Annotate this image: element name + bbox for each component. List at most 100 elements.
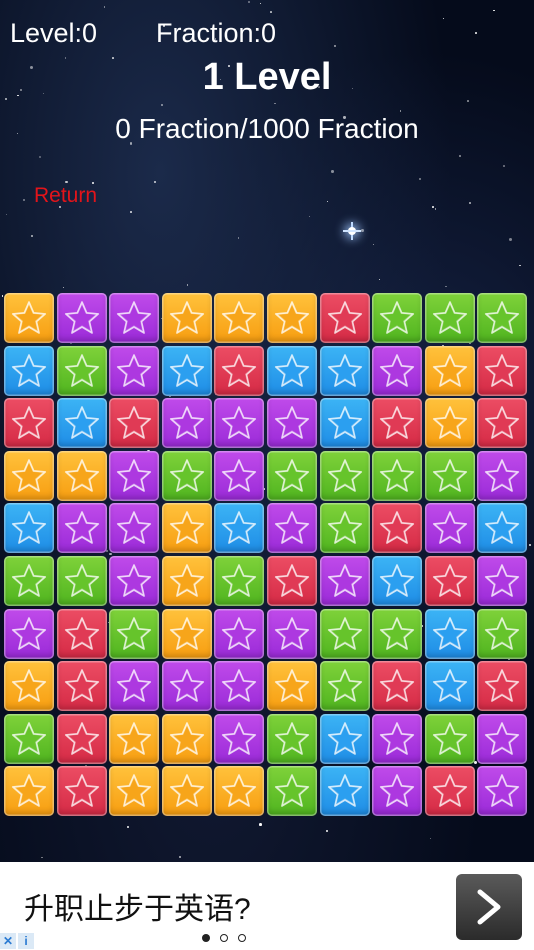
star-tile-red[interactable] [424, 555, 475, 606]
star-tile-red[interactable] [214, 345, 265, 396]
star-tile-orange[interactable] [161, 555, 212, 606]
star-tile-red[interactable] [4, 398, 54, 449]
star-tile-purple[interactable] [214, 450, 265, 501]
star-tile-purple[interactable] [161, 398, 212, 449]
star-tile-blue[interactable] [319, 345, 370, 396]
star-tile-purple[interactable] [214, 398, 265, 449]
star-tile-green[interactable] [319, 608, 370, 659]
star-tile-purple[interactable] [4, 608, 54, 659]
ad-next-button[interactable] [456, 874, 522, 940]
star-tile-red[interactable] [56, 608, 107, 659]
star-tile-green[interactable] [266, 766, 317, 817]
star-tile-red[interactable] [424, 766, 475, 817]
star-tile-purple[interactable] [214, 608, 265, 659]
star-tile-green[interactable] [372, 608, 423, 659]
ad-banner[interactable]: 升职止步于英语? [0, 862, 534, 950]
star-tile-purple[interactable] [477, 450, 528, 501]
star-tile-purple[interactable] [109, 345, 160, 396]
star-tile-purple[interactable] [372, 766, 423, 817]
star-tile-orange[interactable] [161, 713, 212, 764]
star-tile-red[interactable] [477, 398, 528, 449]
star-tile-green[interactable] [424, 450, 475, 501]
star-tile-red[interactable] [372, 661, 423, 712]
star-tile-purple[interactable] [109, 555, 160, 606]
star-tile-green[interactable] [4, 555, 54, 606]
star-tile-green[interactable] [161, 450, 212, 501]
close-icon[interactable]: ✕ [0, 933, 16, 949]
star-tile-green[interactable] [477, 293, 528, 343]
star-tile-orange[interactable] [56, 450, 107, 501]
star-tile-purple[interactable] [477, 555, 528, 606]
star-tile-orange[interactable] [161, 608, 212, 659]
star-tile-purple[interactable] [424, 503, 475, 554]
star-tile-red[interactable] [477, 345, 528, 396]
star-tile-purple[interactable] [477, 766, 528, 817]
star-tile-orange[interactable] [4, 661, 54, 712]
star-tile-blue[interactable] [319, 398, 370, 449]
star-tile-purple[interactable] [56, 503, 107, 554]
star-tile-blue[interactable] [372, 555, 423, 606]
star-tile-green[interactable] [214, 555, 265, 606]
star-tile-green[interactable] [424, 293, 475, 343]
star-tile-orange[interactable] [214, 293, 265, 343]
star-tile-purple[interactable] [109, 661, 160, 712]
star-tile-red[interactable] [319, 293, 370, 343]
star-tile-blue[interactable] [477, 503, 528, 554]
return-button[interactable]: Return [34, 184, 97, 208]
star-tile-green[interactable] [319, 503, 370, 554]
star-tile-red[interactable] [266, 555, 317, 606]
star-tile-green[interactable] [319, 661, 370, 712]
star-tile-blue[interactable] [319, 766, 370, 817]
star-tile-orange[interactable] [109, 713, 160, 764]
star-tile-orange[interactable] [109, 766, 160, 817]
star-tile-blue[interactable] [161, 345, 212, 396]
star-tile-orange[interactable] [424, 345, 475, 396]
star-tile-orange[interactable] [161, 293, 212, 343]
star-tile-orange[interactable] [266, 293, 317, 343]
star-tile-green[interactable] [477, 608, 528, 659]
star-tile-red[interactable] [56, 713, 107, 764]
star-tile-purple[interactable] [266, 398, 317, 449]
star-tile-green[interactable] [319, 450, 370, 501]
star-tile-blue[interactable] [4, 503, 54, 554]
star-tile-purple[interactable] [266, 503, 317, 554]
star-tile-green[interactable] [56, 345, 107, 396]
star-tile-green[interactable] [424, 713, 475, 764]
star-tile-red[interactable] [56, 661, 107, 712]
star-tile-blue[interactable] [214, 503, 265, 554]
star-tile-orange[interactable] [214, 766, 265, 817]
info-icon[interactable]: i [18, 933, 34, 949]
star-tile-green[interactable] [56, 555, 107, 606]
star-tile-purple[interactable] [319, 555, 370, 606]
star-tile-red[interactable] [372, 503, 423, 554]
star-tile-red[interactable] [109, 398, 160, 449]
star-tile-purple[interactable] [266, 608, 317, 659]
star-tile-green[interactable] [109, 608, 160, 659]
star-tile-red[interactable] [372, 398, 423, 449]
star-tile-purple[interactable] [161, 661, 212, 712]
star-tile-purple[interactable] [109, 293, 160, 343]
star-tile-red[interactable] [56, 766, 107, 817]
star-tile-purple[interactable] [214, 661, 265, 712]
star-tile-orange[interactable] [161, 503, 212, 554]
star-tile-green[interactable] [372, 293, 423, 343]
star-tile-purple[interactable] [109, 503, 160, 554]
star-tile-green[interactable] [266, 713, 317, 764]
star-tile-green[interactable] [266, 450, 317, 501]
star-tile-orange[interactable] [161, 766, 212, 817]
star-tile-blue[interactable] [424, 661, 475, 712]
star-tile-orange[interactable] [266, 661, 317, 712]
star-tile-green[interactable] [4, 713, 54, 764]
page-dot[interactable] [202, 934, 210, 942]
star-tile-orange[interactable] [4, 766, 54, 817]
star-tile-green[interactable] [372, 450, 423, 501]
star-tile-purple[interactable] [56, 293, 107, 343]
ad-text[interactable]: 升职止步于英语? [24, 884, 251, 928]
star-tile-blue[interactable] [56, 398, 107, 449]
star-tile-purple[interactable] [372, 345, 423, 396]
star-tile-blue[interactable] [319, 713, 370, 764]
star-tile-purple[interactable] [214, 713, 265, 764]
adchoices[interactable]: ✕ i [0, 933, 34, 949]
page-dot[interactable] [238, 934, 246, 942]
star-tile-blue[interactable] [424, 608, 475, 659]
